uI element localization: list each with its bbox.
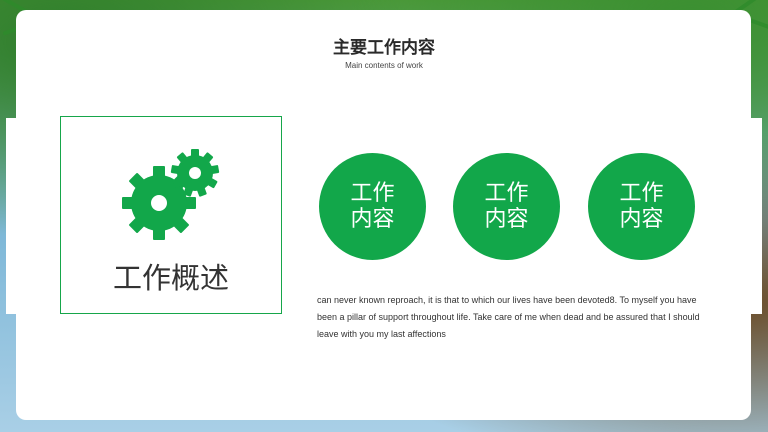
content-circle-label: 工作内容 — [619, 180, 664, 232]
overview-box: 工作概述 — [60, 116, 282, 314]
slide-title: 主要工作内容 — [333, 38, 435, 58]
content-circle-label: 工作内容 — [350, 180, 395, 232]
overview-label: 工作概述 — [112, 261, 229, 295]
content-circle-2: 工作内容 — [453, 153, 560, 260]
content-circle-1: 工作内容 — [319, 153, 426, 260]
right-side-tab — [748, 118, 762, 314]
content-circle-label: 工作内容 — [484, 180, 529, 232]
slide-subtitle: Main contents of work — [345, 61, 423, 70]
left-side-tab — [6, 118, 20, 314]
content-circle-3: 工作内容 — [588, 153, 695, 260]
description-text: can never known reproach, it is that to … — [317, 295, 700, 339]
gears-icon — [122, 149, 220, 240]
